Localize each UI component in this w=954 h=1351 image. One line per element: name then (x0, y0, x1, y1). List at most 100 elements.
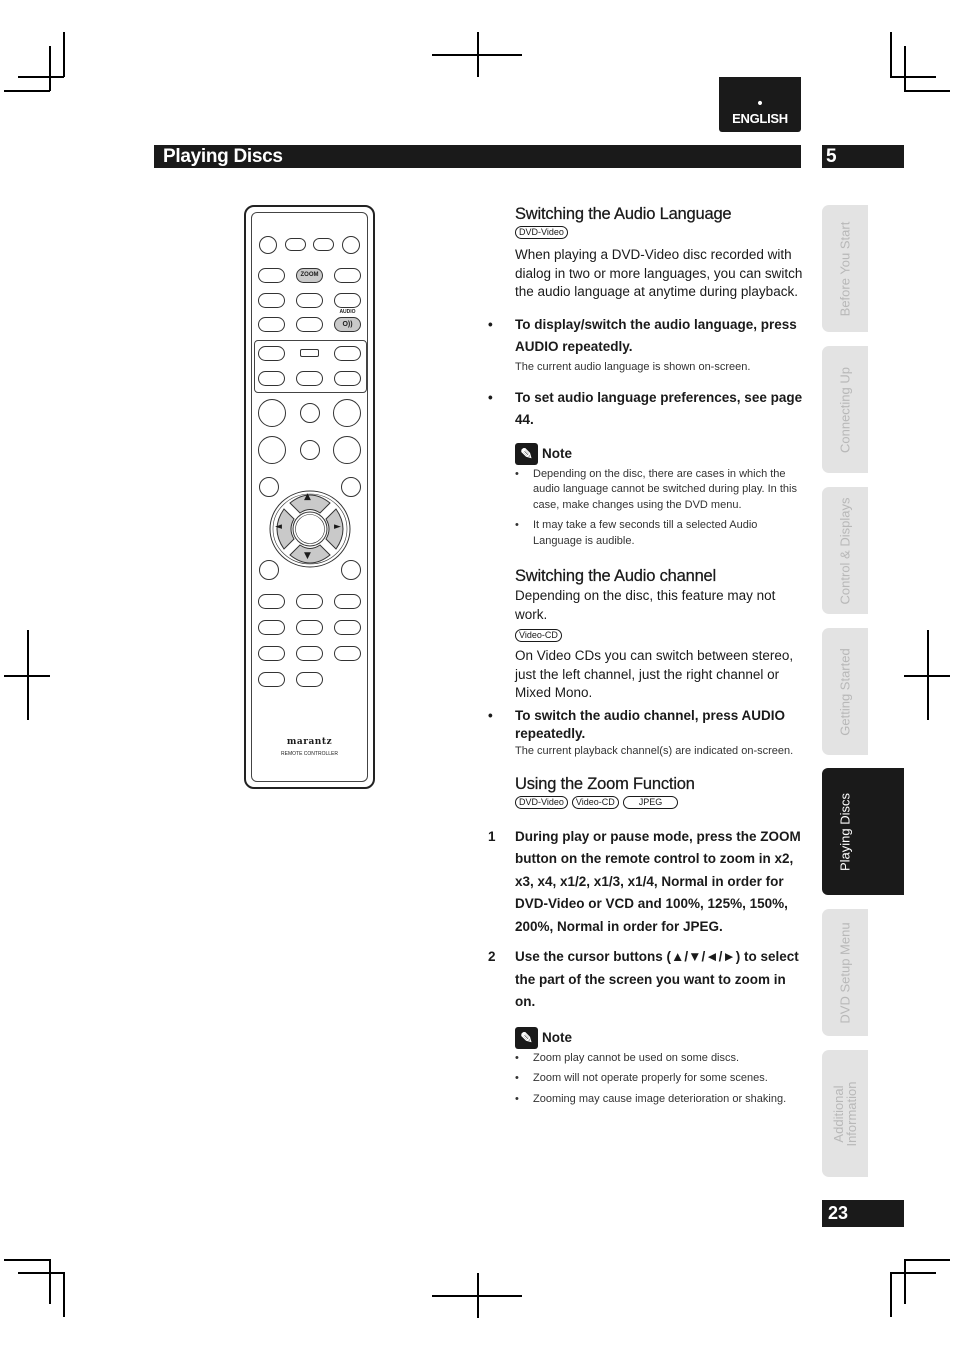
instruction-item: • To switch the audio channel, press AUD… (488, 707, 805, 743)
remote-button (334, 293, 361, 308)
side-tab-label: DVD Setup Menu (837, 921, 853, 1024)
side-tab-additional-information[interactable]: Additional Information (822, 1050, 868, 1177)
remote-button (258, 346, 285, 361)
remote-button (296, 672, 323, 687)
section-title-bar: Playing Discs (154, 145, 801, 168)
side-tab-before-you-start[interactable]: Before You Start (822, 205, 868, 332)
badge-dvd-video: DVD-Video (515, 795, 568, 809)
remote-button (296, 317, 323, 332)
step-text: Use the cursor buttons (▲/▼/◄/►) to sele… (515, 949, 799, 1009)
side-tab-getting-started[interactable]: Getting Started (822, 628, 868, 755)
cursor-right-icon: ► (334, 522, 341, 532)
step-number: 2 (488, 949, 496, 964)
cursor-left-icon: ◄ (275, 522, 282, 532)
badge-jpeg: JPEG (622, 795, 679, 809)
remote-button (334, 371, 361, 386)
remote-button (334, 620, 361, 635)
remote-button (258, 293, 285, 308)
page-number-box: 23 (822, 1200, 904, 1227)
cursor-up-icon: ▲ (304, 492, 311, 502)
audio-label: AUDIO (339, 309, 356, 315)
remote-button (296, 371, 323, 386)
side-tab-connecting-up[interactable]: Connecting Up (822, 346, 868, 473)
remote-button (258, 620, 285, 635)
section-title-zoom-function: Using the Zoom Function (515, 774, 695, 793)
page-number: 23 (828, 1203, 849, 1223)
audio-channel-body: On Video CDs you can switch between ster… (515, 648, 794, 700)
badge-video-cd: Video-CD (571, 795, 619, 809)
remote-button (342, 236, 360, 254)
instruction-text: To set audio language preferences, see p… (515, 389, 803, 428)
remote-button (334, 646, 361, 661)
bullet-marker: • (488, 389, 493, 405)
instruction-item: • To set audio language preferences, see… (488, 387, 805, 432)
side-tab-label: Connecting Up (837, 366, 853, 453)
remote-button (258, 371, 285, 386)
pencil-icon: ✎ (515, 442, 538, 465)
remote-button (296, 594, 323, 609)
enter-button (292, 511, 328, 547)
note-item: Depending on the disc, there are cases i… (515, 467, 805, 514)
badge-video-cd: Video-CD (515, 629, 562, 642)
remote-button (258, 672, 285, 687)
remote-button (333, 399, 361, 427)
remote-button (341, 560, 361, 580)
step-number: 1 (488, 828, 496, 844)
note-list: Depending on the disc, there are cases i… (515, 467, 805, 550)
zoom-button-label: ZOOM (300, 272, 319, 278)
remote-button (300, 403, 320, 423)
side-tab-label: Before You Start (837, 221, 853, 316)
step-item: 1 During play or pause mode, press the Z… (488, 826, 805, 939)
remote-button (334, 346, 361, 361)
side-tab-control-displays[interactable]: Control & Displays (822, 487, 868, 614)
note-list: Zoom play cannot be used on some discs. … (515, 1051, 805, 1108)
remote-button (259, 236, 277, 254)
side-tab-dvd-setup-menu[interactable]: DVD Setup Menu (822, 909, 868, 1036)
note-item: Zooming may cause image deterioration or… (515, 1092, 805, 1108)
instruction-subtext: The current playback channel(s) are indi… (515, 744, 794, 757)
remote-control-illustration: ZOOM AUDIO O)) ▲ ▼ ◄ ► marantz REMOTE CO… (244, 205, 375, 789)
language-label: ENGLISH (732, 111, 788, 126)
disc-type-badges: Video-CD (515, 629, 805, 642)
side-tab-label: Control & Displays (837, 497, 853, 604)
remote-button (296, 620, 323, 635)
remote-button (296, 646, 323, 661)
remote-button (258, 399, 286, 427)
side-tab-playing-discs[interactable]: Playing Discs (822, 768, 904, 895)
cursor-down-icon: ▼ (304, 551, 311, 561)
audio-channel-intro: Depending on the disc, this feature may … (515, 588, 776, 622)
remote-button (333, 436, 361, 464)
remote-button (334, 594, 361, 609)
audio-language-intro: When playing a DVD-Video disc recorded w… (515, 247, 803, 299)
page-title: Playing Discs (163, 146, 283, 167)
instruction-subtext: The current audio language is shown on-s… (515, 360, 751, 373)
note-label: Note (542, 446, 572, 461)
disc-type-badges: DVD-Video Video-CD JPEG (515, 795, 805, 809)
step-item: 2 Use the cursor buttons (▲/▼/◄/►) to se… (488, 946, 805, 1014)
badge-dvd-video: DVD-Video (515, 226, 568, 239)
instruction-text: To switch the audio channel, press AUDIO… (515, 707, 786, 741)
remote-button (313, 238, 334, 251)
brand-logo: marantz (286, 737, 333, 747)
note-label: Note (542, 1030, 572, 1045)
chapter-number-box: 5 (822, 145, 904, 168)
remote-button (334, 268, 361, 283)
audio-button-glyph: O)) (342, 321, 353, 328)
side-tab-label: Playing Discs (837, 792, 853, 871)
note-item: It may take a few seconds till a selecte… (515, 518, 805, 549)
note-heading: ✎ Note (515, 442, 805, 465)
note-item: Zoom play cannot be used on some discs. (515, 1051, 805, 1067)
remote-button (258, 646, 285, 661)
section-title-audio-language: Switching the Audio Language (515, 205, 732, 223)
section-title-audio-channel: Switching the Audio channel (515, 567, 716, 585)
remote-button (258, 436, 286, 464)
side-tab-label: Getting Started (837, 647, 853, 736)
bullet-marker: • (488, 707, 493, 723)
note-heading: ✎ Note (515, 1026, 805, 1049)
remote-button (296, 293, 323, 308)
zoom-button: ZOOM (296, 268, 323, 283)
remote-button (258, 594, 285, 609)
language-dot: • (755, 96, 765, 112)
instruction-item: • To display/switch the audio language, … (488, 314, 805, 359)
remote-button (258, 317, 285, 332)
